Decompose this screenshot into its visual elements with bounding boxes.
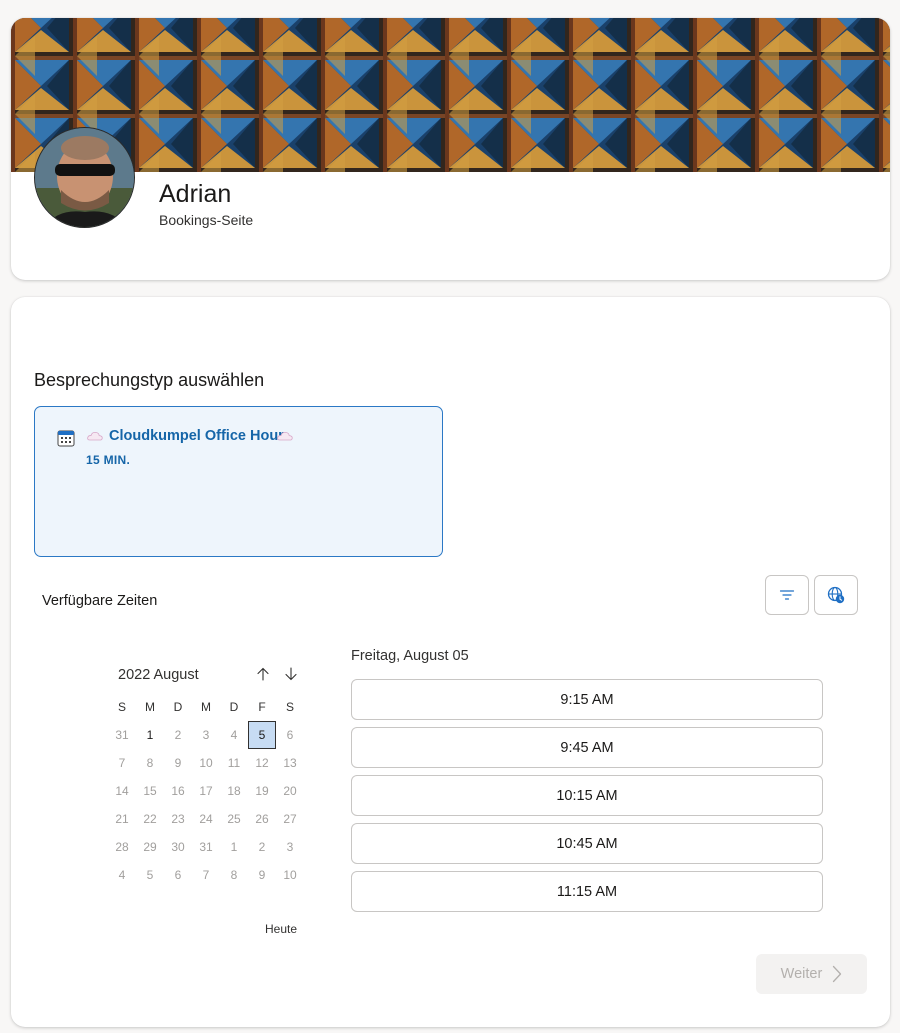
available-times-label: Verfügbare Zeiten	[42, 593, 158, 609]
calendar-day: 7	[118, 756, 126, 770]
calendar-day: 24	[199, 812, 213, 826]
weekday-label: M	[145, 700, 155, 714]
calendar-day: 1	[230, 840, 238, 854]
calendar-day: 5	[146, 868, 154, 882]
calendar-week: 31 1 2 3 4 5 6	[108, 721, 304, 749]
calendar-day: 27	[283, 812, 297, 826]
section-title: Besprechungstyp auswählen	[34, 370, 265, 390]
calendar-week: 14 15 16 17 18 19 20	[108, 777, 304, 805]
calendar-day: 31	[199, 840, 213, 854]
calendar-day[interactable]: 1	[136, 721, 164, 749]
calendar-day: 11	[227, 756, 241, 770]
calendar-day: 6	[286, 728, 294, 742]
previous-month-button[interactable]	[252, 663, 274, 685]
calendar-day: 22	[143, 812, 157, 826]
calendar-day: 4	[230, 728, 238, 742]
calendar-day: 17	[199, 784, 213, 798]
calendar-day: 25	[227, 812, 241, 826]
timezone-button[interactable]	[814, 575, 858, 615]
weekday-label: S	[285, 700, 294, 714]
next-button-label: Weiter	[780, 966, 823, 982]
calendar-day: 16	[171, 784, 185, 798]
booking-card: Besprechungstyp auswählen Cloudkumpel Of…	[11, 297, 890, 1027]
cover-image	[11, 18, 890, 172]
calendar-day: 3	[202, 728, 210, 742]
calendar-day: 6	[174, 868, 182, 882]
calendar-day-selected[interactable]: 5	[248, 721, 276, 749]
time-slot-button[interactable]: 11:15 AM	[351, 871, 823, 912]
arrow-up-icon	[257, 667, 269, 681]
weekday-label: S	[117, 700, 126, 714]
calendar-day: 2	[174, 728, 182, 742]
profile-name: Adrian	[159, 180, 232, 208]
service-tile[interactable]: Cloudkumpel Office Hour 15 MIN.	[34, 406, 443, 557]
calendar-day: 23	[171, 812, 185, 826]
weekday-label: D	[229, 700, 239, 714]
calendar-day: 18	[227, 784, 241, 798]
calendar-day: 10	[199, 756, 213, 770]
weekday-label: F	[258, 700, 266, 714]
filter-icon	[779, 590, 795, 600]
calendar-day: 9	[258, 868, 266, 882]
calendar-week: 28 29 30 31 1 2 3	[108, 833, 304, 861]
calendar-day: 10	[283, 868, 297, 882]
cloud-icon	[87, 431, 103, 441]
calendar-day: 19	[255, 784, 269, 798]
profile-subtitle: Bookings-Seite	[159, 212, 254, 228]
next-month-button[interactable]	[280, 663, 302, 685]
calendar-grid: S M D M D F S 31 1 2 3 4 5 6 7 8 9 10 11…	[108, 693, 304, 889]
arrow-down-icon	[285, 667, 297, 681]
chevron-right-icon	[833, 965, 842, 983]
cloud-icon	[277, 431, 293, 441]
selected-day-heading: Freitag, August 05	[351, 648, 469, 664]
globe-clock-icon	[827, 586, 845, 604]
today-button[interactable]: Heute	[265, 922, 297, 936]
calendar-day: 30	[171, 840, 185, 854]
avatar	[34, 127, 135, 228]
calendar-day: 14	[115, 784, 129, 798]
calendar-week: 4 5 6 7 8 9 10	[108, 861, 304, 889]
calendar-day: 31	[115, 728, 129, 742]
time-slot-button[interactable]: 9:45 AM	[351, 727, 823, 768]
calendar-day: 4	[118, 868, 126, 882]
profile-card: Adrian Bookings-Seite	[11, 18, 890, 280]
calendar-day: 20	[283, 784, 297, 798]
calendar-day: 13	[283, 756, 297, 770]
calendar-day: 21	[115, 812, 129, 826]
time-slot-button[interactable]: 10:45 AM	[351, 823, 823, 864]
calendar-day: 12	[255, 756, 269, 770]
time-slot-button[interactable]: 10:15 AM	[351, 775, 823, 816]
calendar-week: 21 22 23 24 25 26 27	[108, 805, 304, 833]
calendar-day: 28	[115, 840, 129, 854]
weekday-header-row: S M D M D F S	[108, 693, 304, 721]
weekday-label: M	[201, 700, 211, 714]
calendar-day: 3	[286, 840, 294, 854]
calendar-day: 2	[258, 840, 266, 854]
calendar-month-label: 2022 August	[118, 667, 199, 683]
calendar-day: 26	[255, 812, 269, 826]
service-name: Cloudkumpel Office Hour	[109, 428, 284, 444]
calendar-day: 15	[143, 784, 157, 798]
calendar-day: 7	[202, 868, 210, 882]
calendar-week: 7 8 9 10 11 12 13	[108, 749, 304, 777]
filter-button[interactable]	[765, 575, 809, 615]
calendar-day: 8	[146, 756, 154, 770]
service-duration: 15 MIN.	[86, 453, 131, 467]
calendar-day: 8	[230, 868, 238, 882]
calendar-day: 29	[143, 840, 157, 854]
time-slot-button[interactable]: 9:15 AM	[351, 679, 823, 720]
weekday-label: D	[173, 700, 183, 714]
calendar-day: 9	[174, 756, 182, 770]
calendar-icon	[57, 430, 75, 447]
next-button[interactable]: Weiter	[756, 954, 867, 994]
